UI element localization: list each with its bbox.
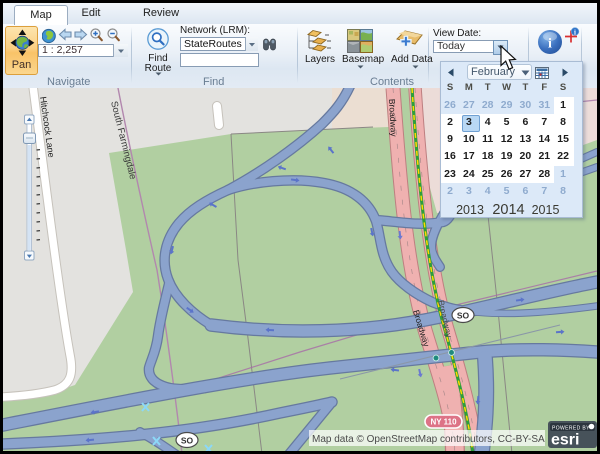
svg-text:NY 110: NY 110 <box>430 418 457 427</box>
svg-text:SO: SO <box>181 436 194 446</box>
svg-text:SO: SO <box>457 311 470 321</box>
svg-text:Broadway: Broadway <box>387 99 399 138</box>
svg-text:Map data © OpenStreetMap contr: Map data © OpenStreetMap contributors, C… <box>312 434 545 445</box>
svg-text:esri: esri <box>551 432 579 449</box>
svg-text:i: i <box>548 37 552 52</box>
svg-text:i: i <box>574 28 576 36</box>
